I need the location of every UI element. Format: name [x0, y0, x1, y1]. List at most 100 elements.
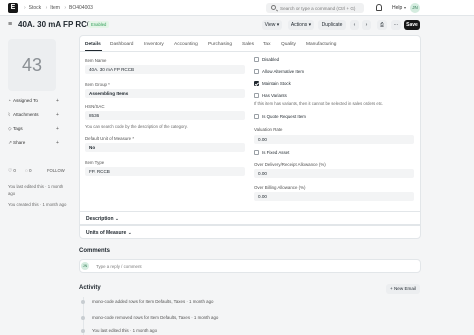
app-logo[interactable]: E — [8, 3, 18, 13]
chevron-down-icon: ⌄ — [114, 216, 120, 222]
comment-count[interactable]: ◌ 0 — [25, 168, 32, 173]
tab-divider — [79, 51, 421, 52]
item-group-label: Item Group * — [85, 82, 110, 87]
help-menu[interactable]: Help — [392, 5, 402, 11]
breadcrumb: › Stock › Item › BO404003 — [24, 5, 93, 11]
comments-heading: Comments — [79, 248, 111, 254]
paperclip-icon: ⌇ — [8, 112, 11, 117]
created-note: You created this · 1 month ago — [8, 202, 67, 207]
sidebar-attachments[interactable]: ⌇ Attachments — [8, 112, 39, 118]
quote-request-checkbox[interactable] — [254, 114, 259, 119]
over-delivery-label: Over Delivery/Receipt Allowance (%) — [254, 162, 326, 167]
more-options-icon[interactable]: ⋯ — [391, 20, 401, 30]
activity-entry: You last edited this · 1 month ago — [92, 328, 158, 333]
view-button[interactable]: View ▾ — [262, 20, 282, 30]
over-delivery-field[interactable]: 0.00 — [254, 169, 414, 178]
item-name-label: Item Name — [85, 58, 107, 63]
has-variants-label: Has Variants — [262, 93, 287, 98]
tab-sales[interactable]: Sales — [242, 42, 254, 47]
active-tab-indicator — [85, 50, 102, 51]
tag-icon: ◇ — [8, 126, 12, 131]
has-variants-checkbox[interactable] — [254, 93, 259, 98]
new-email-button[interactable]: + New Email — [386, 284, 420, 294]
item-type-field[interactable]: FP. RCCB — [85, 167, 245, 176]
allow-alternative-item-checkbox[interactable] — [254, 69, 259, 74]
item-image-placeholder[interactable]: 43 — [8, 39, 56, 91]
sidebar-assigned-to[interactable]: ◔ Assigned To — [8, 98, 38, 103]
over-billing-field[interactable]: 0.00 — [254, 192, 414, 201]
breadcrumb-record[interactable]: BO404003 — [69, 5, 93, 11]
chevron-down-icon: ▾ — [404, 5, 407, 10]
section-description-title: Description ⌄ — [86, 216, 120, 222]
activity-entry: mono-code added rows for Item Defaults, … — [92, 299, 214, 304]
tab-dashboard[interactable]: Dashboard — [110, 42, 133, 47]
previous-record-button[interactable]: ‹ — [350, 20, 359, 30]
breadcrumb-item[interactable]: Item — [50, 5, 60, 11]
add-assignee-icon[interactable]: + — [56, 98, 59, 104]
last-edited-note: You last edited this · 1 month ago — [8, 184, 64, 196]
item-type-label: Item Type — [85, 160, 105, 165]
sidebar-share[interactable]: ↗Share — [8, 140, 25, 146]
add-share-icon[interactable]: + — [56, 140, 59, 146]
tab-accounting[interactable]: Accounting — [174, 42, 198, 47]
comment-icon: ◌ — [25, 168, 28, 173]
page-title: 40A. 30 mA FP RCCB — [18, 20, 99, 29]
timeline-dot — [81, 316, 85, 320]
user-icon: ◔ — [8, 98, 11, 103]
hsn-label: HSN/SAC — [85, 104, 105, 109]
add-tag-icon[interactable]: + — [56, 126, 59, 132]
hsn-field[interactable]: 8536 — [85, 111, 245, 120]
valuation-rate-field[interactable]: 0.00 — [254, 135, 414, 144]
item-name-field[interactable]: 40A. 30 mA FP RCCB — [85, 65, 245, 74]
quote-request-label: Is Quote Request Item — [262, 114, 306, 119]
fixed-asset-label: Is Fixed Asset — [262, 150, 290, 155]
has-variants-description: If this item has variants, then it canno… — [254, 101, 384, 106]
valuation-rate-label: Valuation Rate — [254, 127, 283, 132]
breadcrumb-stock[interactable]: Stock — [29, 5, 42, 11]
section-units-title: Units of Measure ⌄ — [86, 230, 132, 236]
like-count[interactable]: ♡ 0 — [8, 168, 16, 174]
chevron-down-icon: ⌄ — [127, 230, 132, 236]
activity-heading: Activity — [79, 285, 101, 291]
tab-quality[interactable]: Quality — [281, 42, 296, 47]
follow-button[interactable]: FOLLOW — [47, 168, 65, 173]
tab-purchasing[interactable]: Purchasing — [208, 42, 232, 47]
allow-alternative-item-label: Allow Alternative Item — [262, 69, 304, 74]
next-record-button[interactable]: › — [362, 20, 371, 30]
actions-button[interactable]: Actions ▾ — [288, 20, 314, 30]
user-avatar[interactable]: JN — [410, 3, 420, 13]
print-icon[interactable]: ⎙ — [377, 20, 387, 30]
avatar: JN — [81, 262, 89, 270]
maintain-stock-checkbox[interactable] — [254, 81, 259, 86]
add-attachment-icon[interactable]: + — [56, 112, 59, 118]
tab-details[interactable]: Details — [85, 42, 101, 47]
tab-inventory[interactable]: Inventory — [144, 42, 164, 47]
over-billing-label: Over Billing Allowance (%) — [254, 185, 306, 190]
fixed-asset-checkbox[interactable] — [254, 150, 259, 155]
tab-tax[interactable]: Tax — [263, 42, 270, 47]
activity-entry: mono-code removed rows for Item Defaults… — [92, 315, 219, 320]
uom-label: Default Unit of Measure * — [85, 136, 135, 141]
timeline-dot — [81, 300, 85, 304]
search-icon — [271, 5, 276, 10]
disabled-checkbox[interactable] — [254, 57, 259, 62]
heart-icon: ♡ — [8, 168, 13, 173]
save-button[interactable]: Save — [404, 20, 420, 30]
disabled-label: Disabled — [262, 57, 280, 62]
tab-manufacturing[interactable]: Manufacturing — [306, 42, 336, 47]
share-icon: ↗ — [8, 140, 12, 145]
search-bar[interactable]: Search or type a command (Ctrl + G) — [266, 3, 364, 13]
menu-toggle-icon[interactable]: ≡ — [8, 21, 14, 28]
notification-bell-icon[interactable] — [376, 4, 382, 11]
status-badge: Enabled — [88, 21, 110, 28]
item-group-field[interactable]: Assembling Items — [85, 89, 245, 98]
uom-field[interactable]: No — [85, 143, 245, 152]
section-units-of-measure[interactable]: Units of Measure ⌄ — [79, 225, 421, 239]
maintain-stock-label: Maintain Stock — [262, 81, 291, 86]
timeline-dot — [81, 329, 85, 333]
search-placeholder: Search or type a command (Ctrl + G) — [280, 5, 356, 11]
section-description[interactable]: Description ⌄ — [79, 211, 421, 225]
comment-placeholder: Type a reply / comment — [96, 264, 142, 269]
sidebar-tags[interactable]: ◇Tags — [8, 126, 23, 132]
duplicate-button[interactable]: Duplicate — [318, 20, 346, 30]
